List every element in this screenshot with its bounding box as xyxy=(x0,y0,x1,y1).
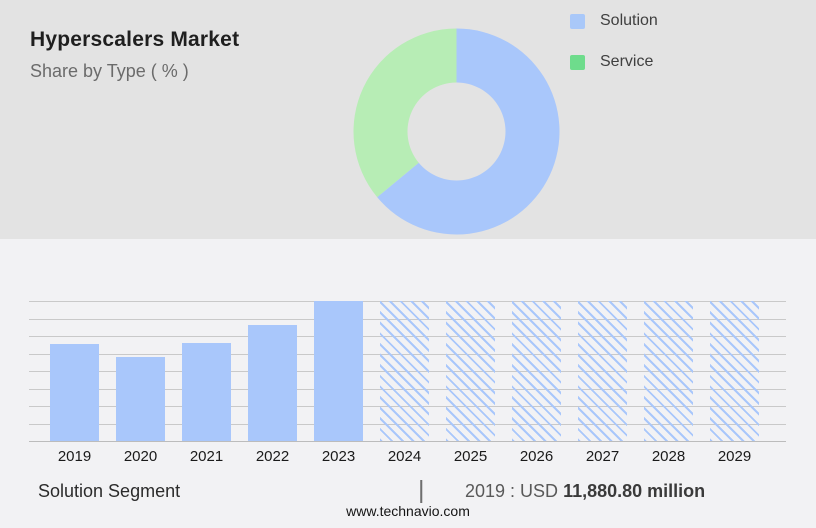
segment-value: 2019 : USD 11,880.80 million xyxy=(465,481,705,502)
x-label-2026: 2026 xyxy=(519,448,554,465)
x-label-2025: 2025 xyxy=(453,448,488,465)
segment-label: Solution Segment xyxy=(38,481,181,501)
header: Hyperscalers Market Share by Type ( % ) xyxy=(30,28,239,82)
x-label-2022: 2022 xyxy=(255,448,290,465)
page-subtitle: Share by Type ( % ) xyxy=(30,61,189,81)
infographic: Hyperscalers Market Share by Type ( % ) … xyxy=(0,0,816,528)
legend-label-service: Service xyxy=(600,53,654,70)
solution-swatch-icon xyxy=(570,13,585,29)
bar-2023 xyxy=(314,301,363,441)
donut-slice-service xyxy=(353,28,457,198)
legend-label-solution: Solution xyxy=(600,12,658,29)
x-label-2021: 2021 xyxy=(189,448,224,465)
bar-chart: 2019 2020 2021 2022 2023 2024 2025 2026 2027 2028… xyxy=(29,301,786,465)
x-label-2029: 2029 xyxy=(717,448,752,465)
bar-2022 xyxy=(248,325,297,441)
bar-2027 xyxy=(578,301,627,441)
bar-2024 xyxy=(380,301,429,441)
x-label-2027: 2027 xyxy=(585,448,620,465)
x-label-2020: 2020 xyxy=(123,448,158,465)
segment-value-prefix: 2019 : USD xyxy=(465,481,559,501)
x-axis-line xyxy=(29,441,786,442)
legend-item-solution: Solution xyxy=(570,12,658,30)
share-by-type-section: Hyperscalers Market Share by Type ( % ) … xyxy=(0,0,816,239)
x-label-2023: 2023 xyxy=(321,448,356,465)
legend-item-service: Service xyxy=(570,53,658,71)
x-label-2024: 2024 xyxy=(387,448,422,465)
bar-2029 xyxy=(710,301,759,441)
bar-2020 xyxy=(116,357,165,441)
page-title: Hyperscalers Market xyxy=(30,28,240,51)
segment-trend-section: 2019 2020 2021 2022 2023 2024 2025 2026 2027 2028… xyxy=(0,239,816,528)
footer-separator: | xyxy=(418,476,425,504)
bar-2019 xyxy=(50,344,99,441)
segment-value-amount: 11,880.80 million xyxy=(563,481,706,501)
bar-2028 xyxy=(644,301,693,441)
bar-2026 xyxy=(512,301,561,441)
x-label-2028: 2028 xyxy=(651,448,686,465)
service-swatch-icon xyxy=(570,54,585,70)
bar-2021 xyxy=(182,343,231,441)
website-url: www.technavio.com xyxy=(346,503,470,519)
donut-chart xyxy=(353,28,560,235)
bar-2025 xyxy=(446,301,495,441)
x-label-2019: 2019 xyxy=(57,448,92,465)
legend: Solution Service xyxy=(570,12,658,94)
